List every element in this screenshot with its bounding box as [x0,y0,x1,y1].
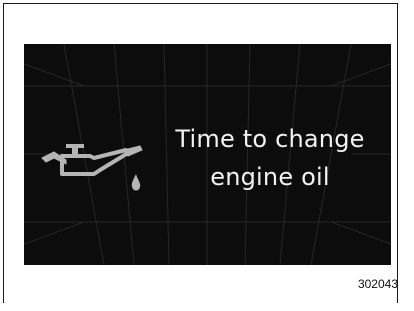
warning-message: Time to change engine oil [154,120,386,196]
figure-number: 302043 [357,277,398,291]
oil-can-icon [41,144,143,191]
page: Time to change engine oil 302043 [0,0,414,311]
message-line-2: engine oil [210,163,330,191]
instrument-display: Time to change engine oil [24,44,391,265]
message-line-1: Time to change [175,125,365,153]
